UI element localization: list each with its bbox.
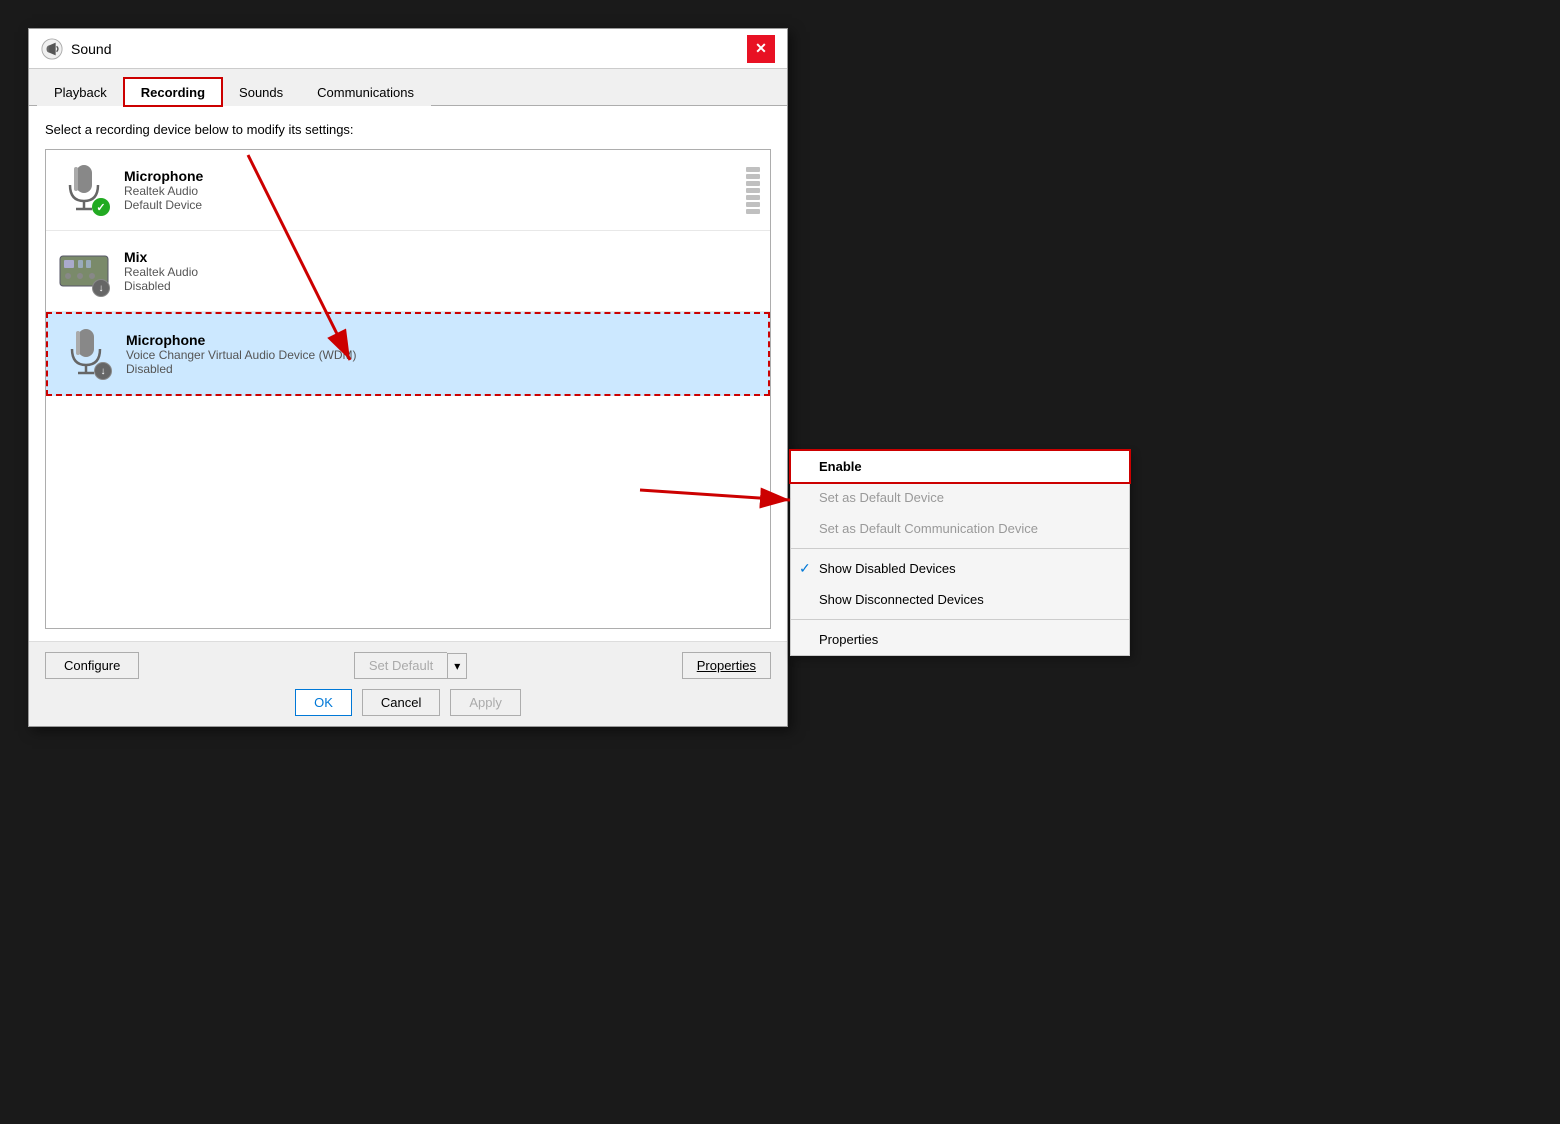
device-sub1-3: Voice Changer Virtual Audio Device (WDM): [126, 348, 758, 362]
dialog-title: Sound: [71, 41, 111, 57]
context-menu-set-default[interactable]: Set as Default Device: [791, 482, 1129, 513]
dialog-content: Select a recording device below to modif…: [29, 106, 787, 641]
context-menu-sep-2: [791, 619, 1129, 620]
device-list: ✓ Microphone Realtek Audio Default Devic…: [45, 149, 771, 629]
tabs-bar: Playback Recording Sounds Communications: [29, 69, 787, 106]
device-name-2: Mix: [124, 249, 760, 265]
set-default-group: Set Default ▾: [354, 652, 467, 679]
context-menu-set-default-comm[interactable]: Set as Default Communication Device: [791, 513, 1129, 544]
checkmark-icon: ✓: [799, 560, 811, 577]
device-sub1-1: Realtek Audio: [124, 184, 734, 198]
tab-sounds[interactable]: Sounds: [222, 78, 300, 106]
device-sub2-2: Disabled: [124, 279, 760, 293]
status-badge-down-3: ↓: [94, 362, 112, 380]
device-item-microphone-realtek[interactable]: ✓ Microphone Realtek Audio Default Devic…: [46, 150, 770, 231]
apply-button[interactable]: Apply: [450, 689, 521, 716]
context-menu: Enable Set as Default Device Set as Defa…: [790, 450, 1130, 656]
device-item-mix-realtek[interactable]: ↓ Mix Realtek Audio Disabled: [46, 231, 770, 312]
device-icon-wrap-2: ↓: [56, 243, 112, 299]
configure-button[interactable]: Configure: [45, 652, 139, 679]
device-info-3: Microphone Voice Changer Virtual Audio D…: [126, 332, 758, 376]
instruction-text: Select a recording device below to modif…: [45, 122, 771, 137]
context-menu-properties[interactable]: Properties: [791, 624, 1129, 655]
footer-row2: OK Cancel Apply: [45, 689, 771, 716]
tab-playback[interactable]: Playback: [37, 78, 124, 106]
status-badge-green: ✓: [92, 198, 110, 216]
properties-button[interactable]: Properties: [682, 652, 771, 679]
cancel-button[interactable]: Cancel: [362, 689, 440, 716]
device-sub1-2: Realtek Audio: [124, 265, 760, 279]
dialog-titlebar: Sound ✕: [29, 29, 787, 69]
context-menu-show-disconnected[interactable]: Show Disconnected Devices: [791, 584, 1129, 615]
device-info-1: Microphone Realtek Audio Default Device: [124, 168, 734, 212]
title-left: Sound: [41, 38, 111, 60]
context-menu-show-disabled[interactable]: ✓ Show Disabled Devices: [791, 553, 1129, 584]
device-name-3: Microphone: [126, 332, 758, 348]
tab-communications[interactable]: Communications: [300, 78, 431, 106]
device-icon-wrap-1: ✓: [56, 162, 112, 218]
sound-dialog: Sound ✕ Playback Recording Sounds Commun…: [28, 28, 788, 727]
device-item-microphone-voice-changer[interactable]: ↓ Microphone Voice Changer Virtual Audio…: [46, 312, 770, 396]
device-icon-wrap-3: ↓: [58, 326, 114, 382]
device-sub2-1: Default Device: [124, 198, 734, 212]
close-button[interactable]: ✕: [747, 35, 775, 63]
level-bars-1: [746, 167, 760, 214]
status-badge-down-2: ↓: [92, 279, 110, 297]
ok-button[interactable]: OK: [295, 689, 352, 716]
device-info-2: Mix Realtek Audio Disabled: [124, 249, 760, 293]
device-name-1: Microphone: [124, 168, 734, 184]
speaker-icon: [41, 38, 63, 60]
context-menu-enable[interactable]: Enable: [791, 451, 1129, 482]
tab-recording[interactable]: Recording: [124, 78, 222, 106]
device-sub2-3: Disabled: [126, 362, 758, 376]
set-default-arrow-button[interactable]: ▾: [447, 653, 467, 679]
dialog-footer: Configure Set Default ▾ Properties OK Ca…: [29, 641, 787, 726]
set-default-button[interactable]: Set Default: [354, 652, 447, 679]
footer-row1: Configure Set Default ▾ Properties: [45, 652, 771, 679]
context-menu-sep-1: [791, 548, 1129, 549]
